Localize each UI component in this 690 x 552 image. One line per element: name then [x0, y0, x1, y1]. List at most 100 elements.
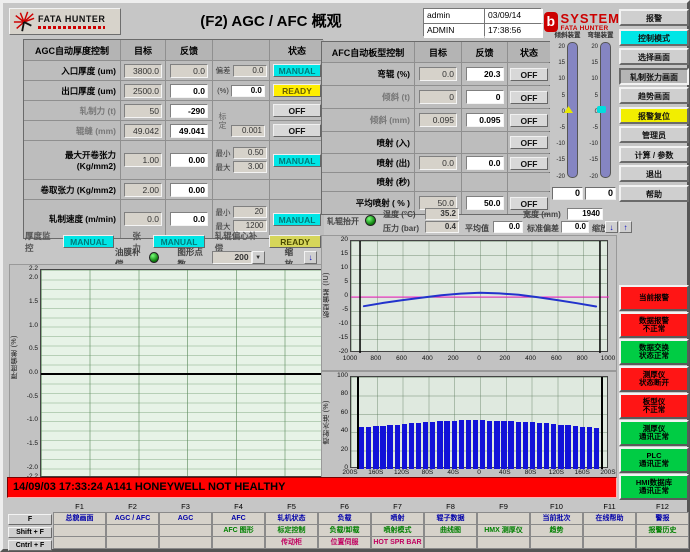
- sidebar-nav-button[interactable]: 管理员: [619, 126, 689, 143]
- sidebar-nav-button[interactable]: 退出: [619, 165, 689, 182]
- bend-gauge-marker[interactable]: [597, 106, 606, 113]
- tilt-t-status-chip[interactable]: OFF: [510, 91, 548, 104]
- status-indicator[interactable]: 数据交换 状态正常: [619, 339, 689, 365]
- fkey-f8-ctrl[interactable]: [424, 536, 477, 549]
- spray-level-chart: 喷射水准 (%) 100806040200 200S160S120S80S40S…: [321, 371, 617, 481]
- gauge-tick: -10: [589, 141, 598, 147]
- fkey-f4-ctrl[interactable]: [212, 536, 265, 549]
- fkey-f11-ctrl[interactable]: [583, 536, 636, 549]
- zoom-out-button[interactable]: ↓: [304, 251, 318, 264]
- spray-bar: [437, 421, 442, 469]
- status-indicator[interactable]: 测厚仪 通讯正常: [619, 420, 689, 446]
- tilt-gauge[interactable]: 20151050-5-10-15-20: [552, 40, 583, 182]
- spray-out-target-field[interactable]: 0.0: [419, 156, 457, 170]
- agc-row-label: 轧制力 (t): [24, 101, 120, 120]
- exit-feedback-field: 0.0: [170, 84, 208, 98]
- sidebar-nav-button[interactable]: 轧制张力画面: [619, 68, 689, 85]
- status-indicator[interactable]: 测厚仪 状态断开: [619, 366, 689, 392]
- fkey-f9-ctrl[interactable]: [477, 536, 530, 549]
- tilt-mm-status-chip[interactable]: OFF: [510, 114, 548, 127]
- sidebar-nav-button[interactable]: 报警: [619, 9, 689, 26]
- uncoil-target-field[interactable]: 1.00: [124, 153, 162, 167]
- status-indicator[interactable]: 当前报警: [619, 285, 689, 311]
- dropdown-arrow-icon[interactable]: ▼: [252, 251, 265, 264]
- fkey-f2-ctrl[interactable]: [106, 536, 159, 549]
- sidebar-nav-button[interactable]: 控制模式: [619, 29, 689, 46]
- y-tick: -1.0: [16, 416, 38, 423]
- gap-status-chip[interactable]: OFF: [273, 124, 321, 137]
- sidebar-nav-button[interactable]: 帮助: [619, 185, 689, 202]
- thickness-trend-plot[interactable]: [40, 269, 332, 477]
- logo-text: FATA HUNTER: [38, 15, 105, 24]
- thickness-monitor-label: 厚度监控: [25, 230, 59, 254]
- roll-open-led: [365, 215, 376, 226]
- sidebar-nav-button[interactable]: 计算 / 参数: [619, 146, 689, 163]
- sidebar-nav-button[interactable]: 报警复位: [619, 107, 689, 124]
- entry-status-chip[interactable]: MANUAL: [273, 64, 321, 77]
- force-status-chip[interactable]: OFF: [273, 104, 321, 117]
- points-value[interactable]: 200: [212, 251, 252, 264]
- strip-edge-line: [601, 377, 603, 469]
- status-indicator[interactable]: 板型仪 不正常: [619, 393, 689, 419]
- y-tick: 80: [326, 390, 348, 397]
- bend-gauge-value: 0: [585, 187, 616, 200]
- exit-target-field[interactable]: 2500.0: [124, 84, 162, 98]
- spray-bar: [452, 421, 457, 469]
- entry-target-field[interactable]: 3800.0: [124, 64, 162, 78]
- gauge-tick: 10: [591, 76, 598, 82]
- gauge-tick: 5: [562, 93, 565, 99]
- alarm-banner[interactable]: 14/09/03 17:33:24 A141 HONEYWELL NOT HEA…: [7, 477, 617, 498]
- spray-bar: [594, 428, 599, 469]
- thickness-monitor-status[interactable]: MANUAL: [63, 235, 115, 248]
- x-tick: 800: [363, 355, 389, 362]
- spray-plot[interactable]: [350, 376, 608, 468]
- fkey-f5-ctrl[interactable]: 传动柜: [265, 536, 318, 549]
- y-tick: -15: [326, 334, 348, 341]
- bend-status-chip[interactable]: OFF: [510, 68, 548, 81]
- spray-out-status-chip[interactable]: OFF: [510, 157, 548, 170]
- spray-in-status-chip[interactable]: OFF: [510, 136, 548, 149]
- fkey-f6-ctrl[interactable]: 位置伺服: [318, 536, 371, 549]
- x-tick: 200S: [337, 469, 363, 476]
- afc-row-label: 弯辊 (%): [322, 63, 414, 85]
- fkey-column: F7喷射喷射模式HOT SPR BAR: [371, 501, 424, 549]
- exit-status-chip[interactable]: READY: [273, 84, 321, 97]
- max-label: 最大: [216, 162, 231, 173]
- fkey-f10-ctrl[interactable]: [530, 536, 583, 549]
- recoil-target-field[interactable]: 2.00: [124, 183, 162, 197]
- force-feedback-field: -290: [170, 104, 208, 118]
- sidebar-nav-button[interactable]: 趋势画面: [619, 87, 689, 104]
- sidebar-nav-button[interactable]: 选择画面: [619, 48, 689, 65]
- fkey-row-shift[interactable]: Shift + F: [8, 527, 52, 538]
- profile-zoom-out-button[interactable]: ↓: [605, 221, 618, 233]
- bend-gauge[interactable]: 20151050-5-10-15-20: [585, 40, 616, 182]
- spray-bar: [480, 420, 485, 469]
- speed-target-field[interactable]: 0.0: [124, 212, 162, 226]
- min-label: 最小: [216, 148, 231, 159]
- fkey-f7-ctrl[interactable]: HOT SPR BAR: [371, 536, 424, 549]
- uncoil-status-chip[interactable]: MANUAL: [273, 154, 321, 167]
- speed-status-chip[interactable]: MANUAL: [273, 213, 321, 226]
- status-indicator[interactable]: 数据报警 不正常: [619, 312, 689, 338]
- time-value: 17:38:56: [485, 24, 543, 38]
- fkey-f3-ctrl[interactable]: [159, 536, 212, 549]
- profile-zoom-in-button[interactable]: ↑: [619, 221, 632, 233]
- y-tick: 2.0: [16, 274, 38, 281]
- spray-bar: [387, 425, 392, 469]
- hmi-screen: FATA HUNTER (F2) AGC / AFC 概观 admin 03/0…: [0, 0, 690, 552]
- points-dropdown[interactable]: 200 ▼: [212, 251, 265, 264]
- y-tick: 1.0: [16, 322, 38, 329]
- status-indicator[interactable]: HMI数据库 通讯正常: [619, 474, 689, 500]
- fkey-f12-ctrl[interactable]: [636, 536, 689, 549]
- y-tick: 1.5: [16, 298, 38, 305]
- bend-target-field[interactable]: 0.0: [419, 67, 457, 81]
- bend-feedback-field: 20.3: [466, 67, 504, 81]
- fkey-row-f[interactable]: F: [8, 514, 52, 525]
- spray-bar: [494, 421, 499, 469]
- status-indicator[interactable]: PLC 通讯正常: [619, 447, 689, 473]
- spray-bar: [501, 421, 506, 469]
- flatness-plot[interactable]: [350, 240, 608, 352]
- fkey-row-ctrl[interactable]: Cntrl + F: [8, 540, 52, 551]
- fkey-f1-ctrl[interactable]: [53, 536, 106, 549]
- force-target-field: 50: [124, 104, 162, 118]
